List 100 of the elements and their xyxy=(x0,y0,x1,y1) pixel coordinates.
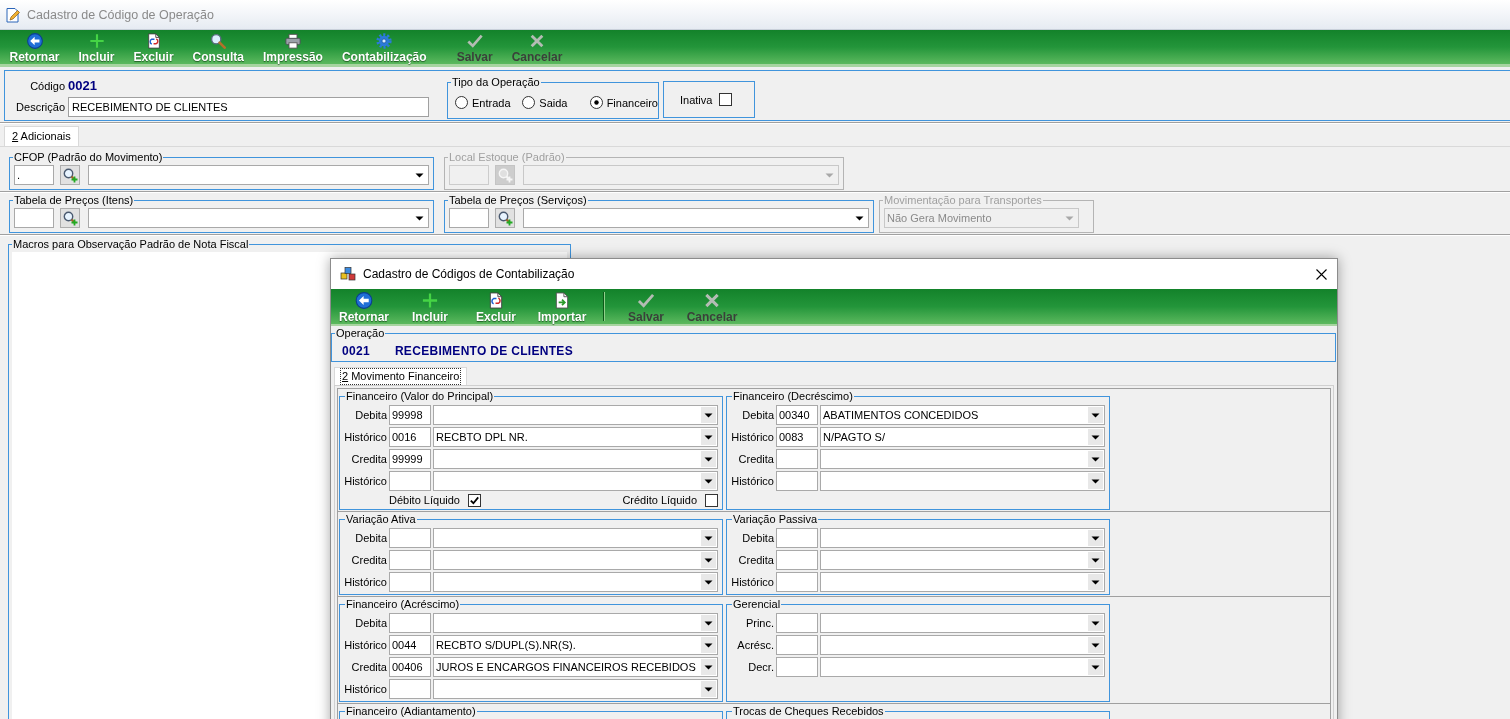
radio-button[interactable] xyxy=(455,96,468,109)
group-title: CFOP (Padrão do Movimento) xyxy=(13,151,164,164)
check-icon xyxy=(637,292,655,309)
code-field[interactable]: 99998 xyxy=(389,405,431,425)
field-label: Credita xyxy=(350,554,388,566)
code-field[interactable] xyxy=(776,657,818,677)
cancel-icon xyxy=(528,33,546,49)
description-field[interactable]: RECEBIMENTO DE CLIENTES xyxy=(68,97,429,117)
document-arrow-icon xyxy=(553,292,571,309)
search-plus-icon xyxy=(497,210,513,226)
tab[interactable]: 2 Adicionais xyxy=(4,126,79,146)
cancel-icon xyxy=(703,292,721,309)
group-title: Macros para Observação Padrão de Nota Fiscal xyxy=(12,238,250,251)
group-title: Tabela de Preços (Serviços) xyxy=(448,194,588,207)
field-label: Debita xyxy=(354,409,388,421)
radio-button[interactable] xyxy=(522,96,536,109)
group-title: Local Estoque (Padrão) xyxy=(448,151,566,164)
checkbox[interactable] xyxy=(719,93,733,106)
combo-box[interactable]: N/PAGTO S/ xyxy=(820,427,1105,447)
checkbox[interactable] xyxy=(467,493,481,507)
code-value: 0021 xyxy=(68,78,98,94)
field-label: Princ. xyxy=(744,617,775,629)
group-title: Tipo da Operação xyxy=(451,76,541,89)
operation-code: 0021 xyxy=(342,344,370,358)
window-title: Cadastro de Código de Operação xyxy=(27,7,214,22)
lookup-button[interactable] xyxy=(495,208,515,228)
radio-label: Entrada xyxy=(472,96,511,109)
field-label: Credita xyxy=(350,661,388,673)
group-title: Operação xyxy=(335,327,386,340)
code-field[interactable]: 99999 xyxy=(389,449,431,469)
code-field[interactable] xyxy=(776,550,818,570)
code-field[interactable] xyxy=(389,572,431,592)
code-field[interactable] xyxy=(776,572,818,592)
plus-icon xyxy=(421,292,439,309)
code-field[interactable] xyxy=(389,471,431,491)
description-label: Descrição xyxy=(15,101,65,113)
code-field[interactable] xyxy=(449,208,489,228)
search-plus-icon xyxy=(62,210,78,226)
checkbox-label: Crédito Líquido xyxy=(622,494,697,506)
operation-description: RECEBIMENTO DE CLIENTES xyxy=(394,344,573,358)
code-field[interactable] xyxy=(776,449,818,469)
group-title: Financeiro (Adiantamento) xyxy=(345,705,477,718)
search-icon xyxy=(209,33,228,49)
group-title: Financeiro (Acréscimo) xyxy=(345,598,461,611)
code-field[interactable]: 00340 xyxy=(776,405,818,425)
code-field[interactable] xyxy=(389,528,431,548)
field-label: Histórico xyxy=(730,475,775,487)
code-field[interactable]: 00406 xyxy=(389,657,431,677)
document-pencil-icon xyxy=(5,6,21,23)
field-label: Debita xyxy=(354,532,388,544)
gear-icon xyxy=(375,33,394,49)
code-field[interactable] xyxy=(389,679,431,699)
code-field[interactable] xyxy=(389,613,431,633)
group-title: Financeiro (Valor do Principal) xyxy=(345,390,495,403)
close-icon xyxy=(1315,268,1327,280)
field-label: Histórico xyxy=(343,576,388,588)
code-field[interactable]: 0016 xyxy=(389,427,431,447)
field-label: Histórico xyxy=(343,683,388,695)
code-field[interactable] xyxy=(776,613,818,633)
code-field[interactable] xyxy=(14,208,54,228)
radio-button[interactable] xyxy=(589,96,603,109)
combo-box[interactable]: RECBTO S/DUPL(S).NR(S). xyxy=(433,635,718,655)
check-icon xyxy=(465,33,484,49)
combo-box[interactable]: RECBTO DPL NR. xyxy=(433,427,718,447)
field-label: Credita xyxy=(737,453,775,465)
code-field[interactable] xyxy=(776,635,818,655)
code-label: Código xyxy=(29,80,65,92)
code-field[interactable]: 0044 xyxy=(389,635,431,655)
checkbox-label: Inativa xyxy=(680,93,713,106)
field-label: Debita xyxy=(741,409,775,421)
checkbox[interactable] xyxy=(705,493,718,507)
field-label: Credita xyxy=(737,554,775,566)
group-title: Variação Passiva xyxy=(732,513,819,526)
group-title: Trocas de Cheques Recebidos xyxy=(732,705,885,718)
field-label: Histórico xyxy=(343,431,388,443)
radio-label: Financeiro xyxy=(606,96,658,109)
group-title: Financeiro (Decréscimo) xyxy=(732,390,854,403)
combo-box[interactable]: JUROS E ENCARGOS FINANCEIROS RECEBIDOS xyxy=(433,657,718,677)
group-title: Movimentação para Transportes xyxy=(883,194,1043,207)
code-field[interactable] xyxy=(776,528,818,548)
tab[interactable]: 2 Movimento Financeiro xyxy=(334,367,468,385)
code-field[interactable]: . xyxy=(14,165,54,185)
combo-box[interactable]: ABATIMENTOS CONCEDIDOS xyxy=(820,405,1105,425)
code-field[interactable]: 0083 xyxy=(776,427,818,447)
window-title: Cadastro de Códigos de Contabilização xyxy=(363,267,575,281)
code-field[interactable] xyxy=(389,550,431,570)
field-label: Debita xyxy=(741,532,775,544)
code-field[interactable] xyxy=(776,471,818,491)
field-label: Debita xyxy=(354,617,388,629)
group-title: Tabela de Preços (Itens) xyxy=(13,194,135,207)
search-plus-icon xyxy=(62,167,78,183)
document-arrows-icon xyxy=(487,292,505,309)
blocks-icon xyxy=(340,266,356,282)
field-label: Credita xyxy=(350,453,388,465)
lookup-button[interactable] xyxy=(60,208,80,228)
printer-icon xyxy=(283,33,302,49)
lookup-button[interactable] xyxy=(60,165,80,185)
field-label: Histórico xyxy=(343,639,388,651)
search-plus-icon xyxy=(497,167,513,183)
field-label: Histórico xyxy=(730,576,775,588)
